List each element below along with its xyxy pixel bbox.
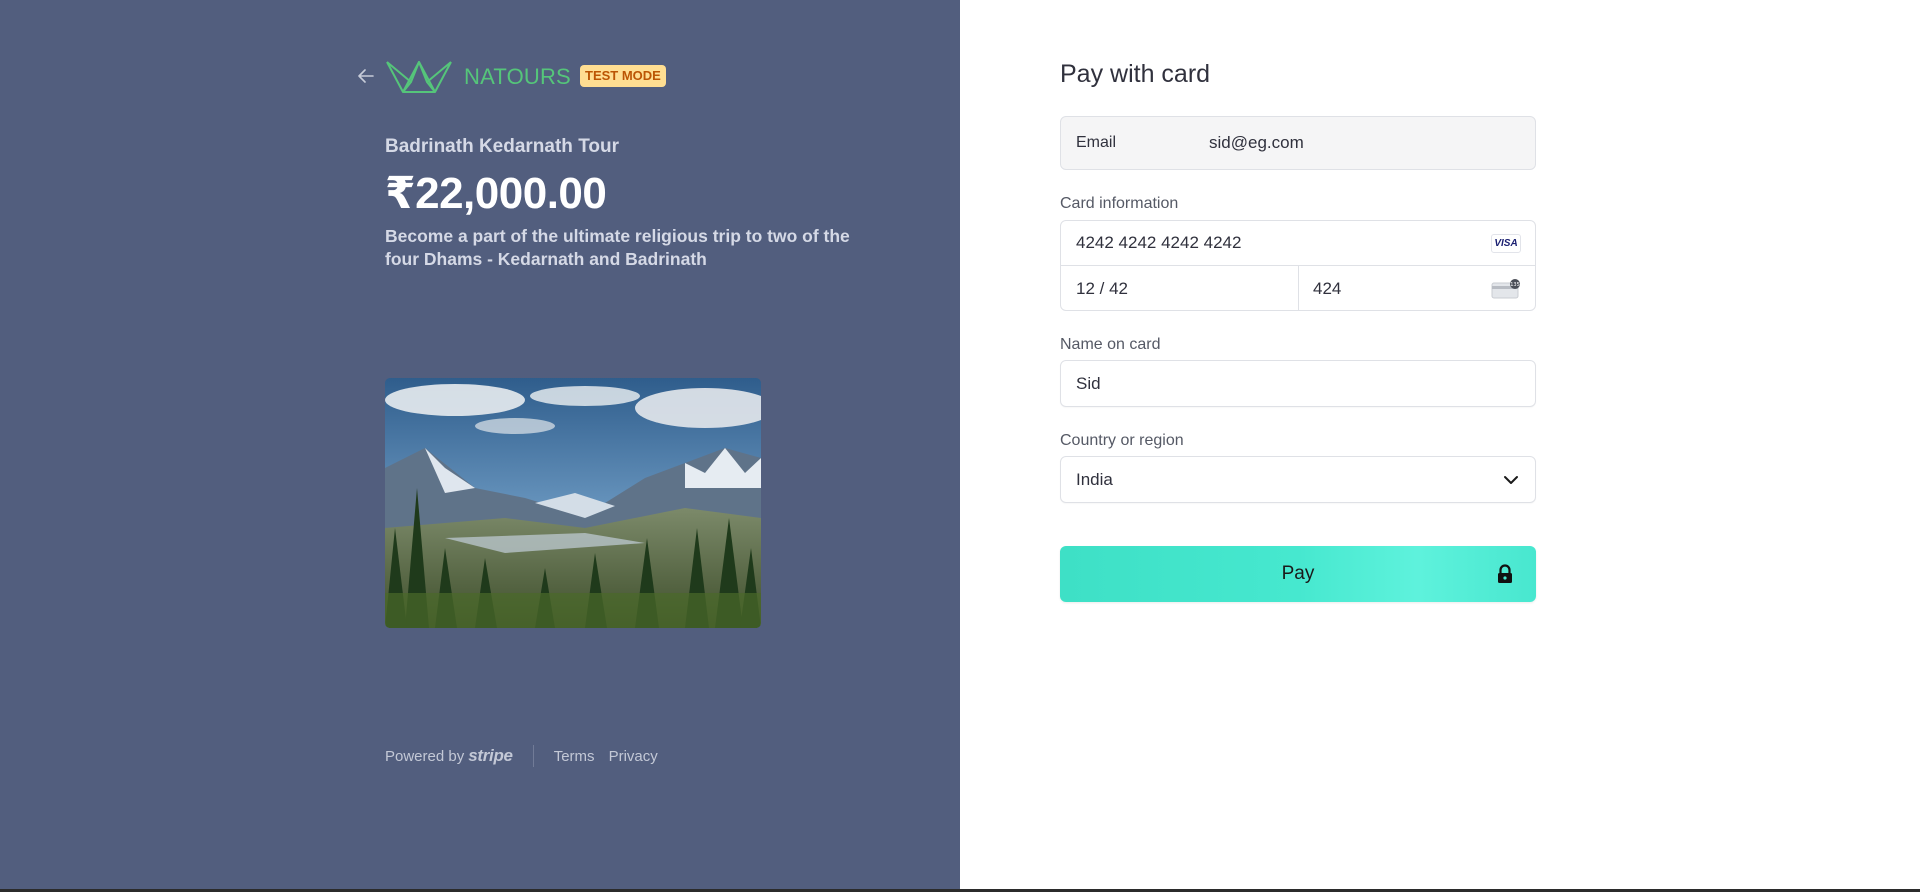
email-field[interactable]: Email sid@eg.com <box>1060 116 1536 170</box>
powered-by-stripe[interactable]: Powered by stripe <box>385 746 513 766</box>
lock-icon <box>1498 564 1512 583</box>
card-number-input[interactable]: 4242 4242 4242 4242 VISA <box>1061 221 1535 266</box>
pay-button-label: Pay <box>1281 563 1315 584</box>
product-price: ₹22,000.00 <box>385 169 607 218</box>
visa-icon: VISA <box>1491 234 1521 253</box>
country-select[interactable]: India <box>1060 456 1536 503</box>
privacy-link[interactable]: Privacy <box>609 748 658 765</box>
cvc-card-icon: 135 <box>1491 279 1520 299</box>
back-button[interactable] <box>356 64 376 88</box>
email-label: Email <box>1076 134 1117 151</box>
pay-button[interactable]: Pay <box>1060 546 1536 602</box>
cvc-value: 424 <box>1313 278 1342 298</box>
product-summary-pane: NATOURS TEST MODE Badrinath Kedarnath To… <box>0 0 960 889</box>
expiry-input[interactable]: 12 / 42 <box>1061 266 1299 311</box>
card-information-group: 4242 4242 4242 4242 VISA 12 / 42 424 135 <box>1060 220 1536 311</box>
crown-logo-icon <box>386 61 452 93</box>
tour-image <box>385 378 761 628</box>
name-on-card-input[interactable]: Sid <box>1060 360 1536 407</box>
cvc-input[interactable]: 424 135 <box>1299 266 1535 311</box>
form-title: Pay with card <box>1060 60 1211 88</box>
card-number-value: 4242 4242 4242 4242 <box>1076 233 1242 252</box>
arrow-left-icon <box>358 69 374 83</box>
email-value[interactable]: sid@eg.com <box>1209 133 1304 153</box>
product-description: Become a part of the ultimate religious … <box>385 226 850 269</box>
powered-by-label: Powered by <box>385 748 465 765</box>
svg-text:135: 135 <box>1510 282 1520 288</box>
chevron-down-icon <box>1504 476 1518 484</box>
footer: Powered by stripe Terms Privacy <box>385 745 672 767</box>
stripe-logo: stripe <box>468 746 513 765</box>
country-label: Country or region <box>1060 432 1184 449</box>
card-information-label: Card information <box>1060 195 1179 212</box>
terms-link[interactable]: Terms <box>554 748 595 765</box>
footer-divider <box>532 745 534 767</box>
product-name: Badrinath Kedarnath Tour <box>385 136 619 157</box>
country-value: India <box>1076 469 1113 489</box>
test-mode-badge: TEST MODE <box>580 65 666 87</box>
name-on-card-value: Sid <box>1076 373 1101 393</box>
expiry-value: 12 / 42 <box>1076 278 1128 298</box>
brand-name: NATOURS <box>464 64 571 89</box>
name-on-card-label: Name on card <box>1060 336 1161 353</box>
